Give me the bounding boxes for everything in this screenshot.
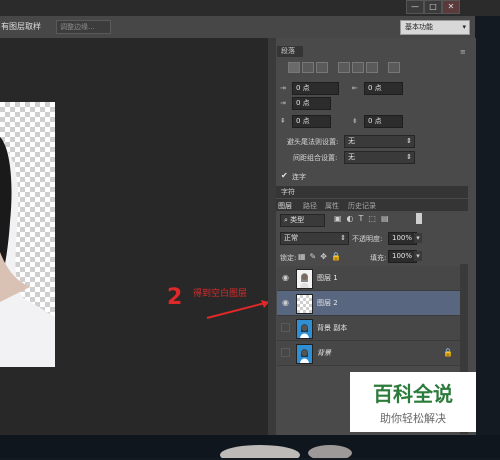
mojikumi-label: 间距组合设置: [293, 154, 338, 162]
indent-first-field[interactable]: 0 点 [292, 97, 331, 110]
lock-icon: 🔒 [443, 348, 453, 357]
visibility-toggle[interactable] [281, 348, 290, 357]
align-left-button[interactable] [288, 62, 300, 73]
tab-layers[interactable]: 图层 [278, 201, 292, 211]
indent-left-field[interactable]: 0 点 [292, 82, 339, 95]
layer-row[interactable]: 背景 副本 [277, 316, 460, 341]
mojikumi-value: 无 [348, 153, 355, 161]
kinsoku-value: 无 [348, 137, 355, 145]
watermark-logo: 百科全说 助你轻松解决 [350, 372, 476, 432]
panel-menu-icon[interactable]: ≡ [460, 48, 466, 56]
filter-kind-label: 类型 [290, 216, 305, 224]
opacity-field[interactable]: 100% [388, 232, 417, 245]
space-after-field[interactable]: 0 点 [364, 115, 403, 128]
justify-left-button[interactable] [338, 62, 350, 73]
tab-paths[interactable]: 路径 [303, 201, 317, 211]
space-before-icon: ⇞ [280, 117, 286, 125]
character-panel-header [276, 186, 468, 198]
workspace-select[interactable]: 基本功能 ▾ [400, 20, 470, 35]
tab-character[interactable]: 字符 [277, 187, 299, 198]
justify-center-button[interactable] [352, 62, 364, 73]
chevron-down-icon: ▾ [462, 23, 466, 31]
justify-all-button[interactable] [388, 62, 400, 73]
document-canvas[interactable] [0, 102, 55, 367]
layer-thumbnail [296, 319, 313, 339]
close-button[interactable]: ✕ [442, 0, 460, 14]
blend-mode-select[interactable]: 正常 ⇕ [280, 232, 349, 245]
chevron-updown-icon: ⇕ [340, 234, 346, 242]
align-right-button[interactable] [316, 62, 328, 73]
fill-dropdown-icon[interactable]: ▾ [414, 251, 422, 261]
fill-field[interactable]: 100% [388, 250, 417, 263]
lock-label: 锁定: [280, 254, 297, 262]
space-after-icon: ⇟ [352, 117, 358, 125]
layer-name: 背景 [317, 349, 331, 357]
watermark-title: 百科全说 [373, 382, 453, 406]
maximize-button[interactable]: □ [424, 0, 442, 14]
tab-history[interactable]: 历史记录 [348, 201, 376, 211]
layer-thumbnail [296, 294, 313, 314]
kinsoku-label: 避头尾法则设置: [287, 138, 339, 146]
annotation-text: 得到空白图层 [193, 289, 248, 299]
hyphenate-label: 连字 [292, 173, 306, 181]
layer-thumbnail [296, 344, 313, 364]
align-center-button[interactable] [302, 62, 314, 73]
layer-filter-icons[interactable]: ▣◐T⬚▤ [334, 214, 394, 223]
annotation-number: 2 [167, 285, 182, 310]
layer-row[interactable]: ◉ 图层 2 [277, 291, 460, 316]
layer-name: 图层 2 [317, 299, 338, 307]
indent-right-icon: ⇤ [352, 84, 358, 92]
panel-collapse-strip[interactable] [268, 38, 276, 435]
fill-label: 填充: [370, 254, 387, 262]
alignment-buttons [288, 62, 408, 74]
tab-paragraph[interactable]: 段落 [277, 46, 303, 57]
layer-row[interactable]: 背景 🔒 [277, 341, 460, 366]
opacity-label: 不透明度: [352, 235, 383, 243]
mojikumi-select[interactable]: 无 ⇕ [344, 151, 415, 164]
opacity-dropdown-icon[interactable]: ▾ [414, 233, 422, 243]
space-before-field[interactable]: 0 点 [292, 115, 331, 128]
kinsoku-select[interactable]: 无 ⇕ [344, 135, 415, 148]
blend-mode-value: 正常 [284, 234, 298, 242]
eye-icon[interactable]: ◉ [281, 273, 290, 282]
watermark-subtitle: 助你轻松解决 [380, 412, 446, 425]
chevron-updown-icon: ⇕ [406, 153, 412, 161]
indent-left-icon: ⇥ [280, 84, 286, 92]
indent-right-field[interactable]: 0 点 [364, 82, 403, 95]
tab-properties[interactable]: 属性 [325, 201, 339, 211]
minimize-button[interactable]: — [406, 0, 424, 14]
layer-thumbnail [296, 269, 313, 289]
layer-filter-select[interactable]: ⌕ 类型 [280, 214, 325, 227]
sample-all-layers-label[interactable]: 有图层取样 [1, 21, 41, 32]
lock-icons[interactable]: ▦✎✥🔒 [298, 252, 345, 261]
layer-row[interactable]: ◉ 图层 1 [277, 266, 460, 291]
visibility-toggle[interactable] [281, 323, 290, 332]
filter-toggle-icon[interactable] [416, 213, 422, 224]
background-photo-strip [0, 435, 500, 460]
hyphenate-checkbox[interactable]: ✔ [281, 171, 288, 180]
portrait-image [0, 137, 55, 367]
indent-first-icon: ⇥ [280, 99, 286, 107]
workspace-label: 基本功能 [405, 23, 433, 31]
refine-edge-button[interactable]: 调整边缘... [56, 20, 111, 34]
justify-right-button[interactable] [366, 62, 378, 73]
layer-name: 背景 副本 [317, 324, 348, 332]
layer-name: 图层 1 [317, 274, 338, 282]
eye-icon[interactable]: ◉ [281, 298, 290, 307]
chevron-updown-icon: ⇕ [406, 137, 412, 145]
